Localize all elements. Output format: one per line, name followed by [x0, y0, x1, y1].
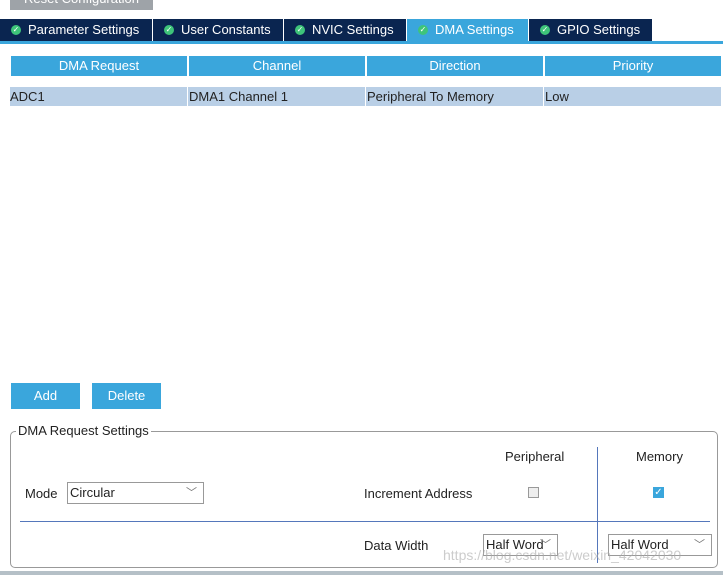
column-header-dma-request[interactable]: DMA Request — [11, 56, 187, 76]
chevron-down-icon: ﹀ — [694, 539, 705, 551]
column-header-priority[interactable]: Priority — [545, 56, 721, 76]
tab-bar: ✓ Parameter Settings ✓ User Constants ✓ NVI… — [0, 19, 653, 41]
cell-dma-request: ADC1 — [10, 87, 188, 106]
memory-increment-checkbox[interactable]: ✓ — [653, 487, 664, 498]
tab-dma-settings[interactable]: ✓ DMA Settings — [407, 19, 529, 41]
mode-select[interactable]: Circular ﹀ — [67, 482, 204, 504]
tab-user-constants[interactable]: ✓ User Constants — [153, 19, 284, 41]
cell-direction: Peripheral To Memory — [366, 87, 544, 106]
tab-nvic-settings[interactable]: ✓ NVIC Settings — [284, 19, 407, 41]
mode-label: Mode — [25, 486, 58, 501]
cell-channel: DMA1 Channel 1 — [188, 87, 366, 106]
cell-priority: Low — [544, 87, 721, 106]
check-icon: ✓ — [418, 25, 428, 35]
column-divider — [597, 447, 598, 563]
check-icon: ✓ — [540, 25, 550, 35]
tab-label: DMA Settings — [435, 22, 514, 37]
add-button[interactable]: Add — [11, 383, 80, 409]
column-header-channel[interactable]: Channel — [189, 56, 365, 76]
tab-parameter-settings[interactable]: ✓ Parameter Settings — [0, 19, 153, 41]
footer-bar — [0, 571, 723, 575]
watermark: https://blog.csdn.net/weixin_42042030 — [443, 547, 682, 563]
chevron-down-icon: ﹀ — [186, 487, 197, 499]
tab-label: NVIC Settings — [312, 22, 394, 37]
tab-gpio-settings[interactable]: ✓ GPIO Settings — [529, 19, 653, 41]
column-header-direction[interactable]: Direction — [367, 56, 543, 76]
peripheral-increment-checkbox[interactable] — [528, 487, 539, 498]
delete-button[interactable]: Delete — [92, 383, 161, 409]
tab-label: User Constants — [181, 22, 271, 37]
check-icon: ✓ — [164, 25, 174, 35]
group-title: DMA Request Settings — [16, 423, 151, 438]
check-icon: ✓ — [295, 25, 305, 35]
tab-label: GPIO Settings — [557, 22, 641, 37]
memory-column-label: Memory — [636, 449, 683, 464]
increment-address-label: Increment Address — [364, 486, 473, 501]
data-width-label: Data Width — [364, 538, 429, 553]
peripheral-column-label: Peripheral — [505, 449, 565, 464]
row-divider — [20, 521, 710, 522]
check-icon: ✓ — [11, 25, 21, 35]
tab-underline — [0, 41, 723, 44]
reset-configuration-button[interactable]: Reset Configuration — [10, 0, 153, 10]
mode-value: Circular — [70, 485, 115, 500]
tab-label: Parameter Settings — [28, 22, 140, 37]
